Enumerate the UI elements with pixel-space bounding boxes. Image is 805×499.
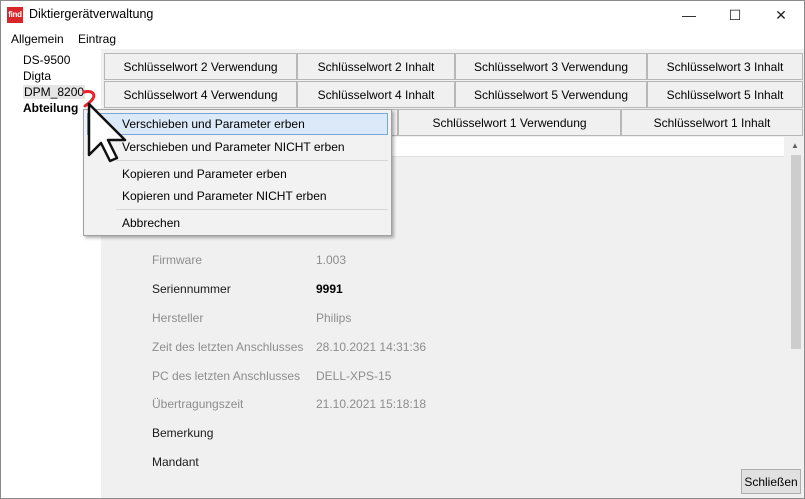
value-serial: 9991 — [316, 282, 343, 296]
menu-separator — [116, 209, 388, 210]
label-remark: Bemerkung — [152, 426, 214, 440]
value-last-connect-time: 28.10.2021 14:31:36 — [316, 340, 427, 354]
tree-item-ds9500[interactable]: DS-9500 — [23, 53, 70, 67]
minimize-button[interactable]: — — [666, 1, 712, 29]
tab-keyword2-content[interactable]: Schlüsselwort 2 Inhalt — [297, 53, 455, 80]
menu-bar: Allgemein Eintrag — [1, 29, 804, 49]
tab-keyword3-usage[interactable]: Schlüsselwort 3 Verwendung — [455, 53, 647, 80]
label-client: Mandant — [152, 455, 199, 469]
label-last-connect-time: Zeit des letzten Anschlusses — [152, 340, 304, 354]
menu-copy-inherit[interactable]: Kopieren und Parameter erben — [87, 163, 388, 185]
label-manufacturer: Hersteller — [152, 311, 204, 325]
tab-keyword3-content[interactable]: Schlüsselwort 3 Inhalt — [647, 53, 803, 80]
close-window-button[interactable]: ✕ — [758, 1, 804, 29]
label-last-connect-pc: PC des letzten Anschlusses — [152, 369, 301, 383]
tab-keyword5-content[interactable]: Schlüsselwort 5 Inhalt — [647, 81, 803, 108]
menu-separator — [116, 160, 388, 161]
vertical-scrollbar[interactable]: ▲ — [787, 137, 804, 467]
app-logo-icon: find — [7, 7, 23, 23]
tab-keyword4-content[interactable]: Schlüsselwort 4 Inhalt — [297, 81, 455, 108]
scroll-up-icon[interactable]: ▲ — [791, 141, 799, 150]
value-transfer-time: 21.10.2021 15:18:18 — [316, 397, 427, 411]
menu-cancel[interactable]: Abbrechen — [87, 212, 388, 234]
tab-keyword1-content[interactable]: Schlüsselwort 1 Inhalt — [621, 109, 803, 136]
menu-eintrag[interactable]: Eintrag — [78, 32, 116, 46]
label-transfer-time: Übertragungszeit — [152, 397, 244, 411]
value-firmware: 1.003 — [316, 253, 347, 267]
menu-allgemein[interactable]: Allgemein — [11, 32, 64, 46]
label-firmware: Firmware — [152, 253, 202, 267]
tree-item-digta[interactable]: Digta — [23, 69, 51, 83]
window-title: Diktiergerätverwaltung — [29, 7, 154, 21]
maximize-button[interactable]: ☐ — [712, 1, 758, 29]
close-button[interactable]: Schließen — [741, 469, 801, 494]
label-serial: Seriennummer — [152, 282, 231, 296]
menu-copy-not-inherit[interactable]: Kopieren und Parameter NICHT erben — [87, 185, 388, 207]
app-window: find Diktiergerätverwaltung — ☐ ✕ Allgem… — [0, 0, 805, 499]
title-bar: find Diktiergerätverwaltung — ☐ ✕ — [1, 1, 804, 29]
value-manufacturer: Philips — [316, 311, 352, 325]
tab-keyword5-usage[interactable]: Schlüsselwort 5 Verwendung — [455, 81, 647, 108]
arrow-cursor-shape — [87, 102, 127, 163]
tree-item-dpm8200[interactable]: DPM_8200 — [23, 85, 86, 99]
mouse-pointer-icon — [82, 90, 127, 163]
tab-keyword1-usage[interactable]: Schlüsselwort 1 Verwendung — [398, 109, 621, 136]
tab-keyword2-usage[interactable]: Schlüsselwort 2 Verwendung — [104, 53, 297, 80]
tree-item-abteilung[interactable]: Abteilung — [23, 101, 78, 115]
scroll-thumb[interactable] — [791, 155, 801, 349]
value-last-connect-pc: DELL-XPS-15 — [316, 369, 392, 383]
